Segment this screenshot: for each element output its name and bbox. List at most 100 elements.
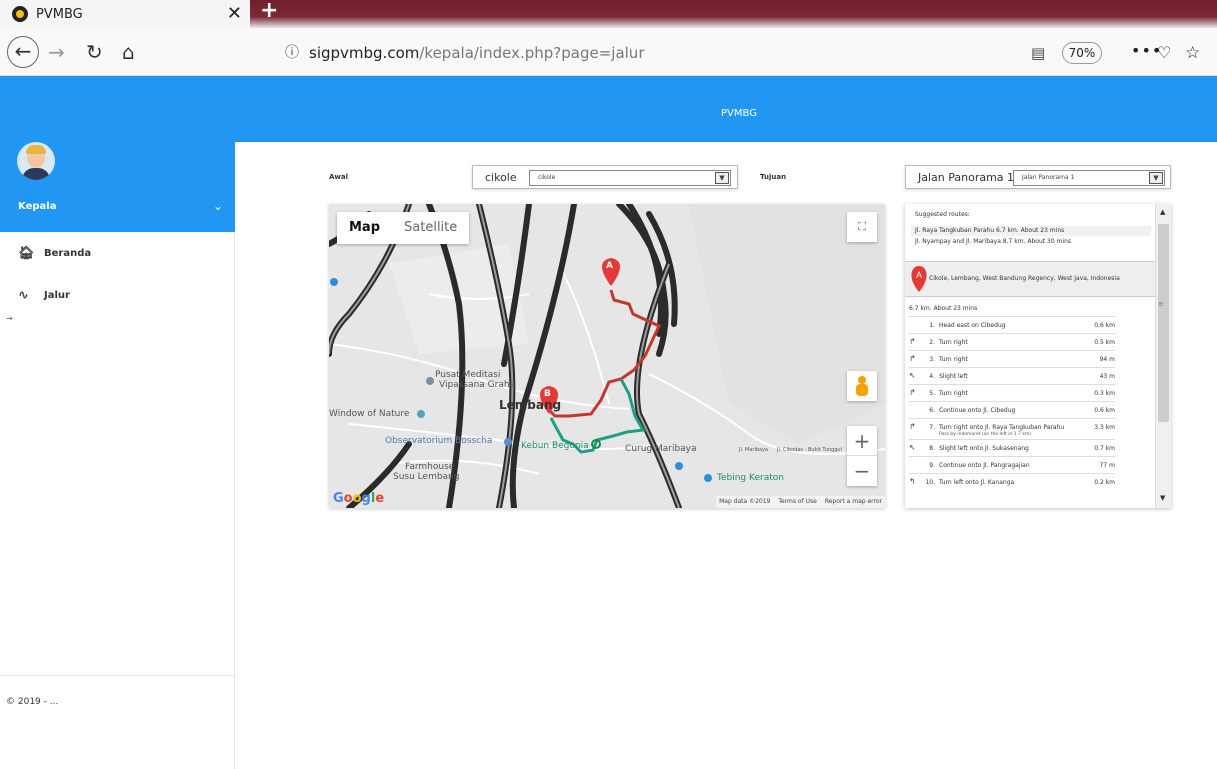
pocket-icon[interactable]: ♡ [1157, 39, 1171, 67]
street-view-pegman-icon[interactable] [847, 371, 877, 401]
url-bar[interactable]: ⓘ sigpvmbg.com/kepala/index.php?page=jal… [285, 39, 1212, 67]
user-role[interactable]: Kepala [18, 201, 56, 212]
directions-scrollbar[interactable]: ▲ ≡ ▼ [1155, 204, 1171, 508]
browser-tab[interactable]: PVMBG ✕ [0, 0, 250, 28]
slight-left-icon: ↖ [909, 443, 916, 452]
arrow-right-icon: → [6, 314, 13, 323]
turn-right-icon: ↱ [909, 337, 916, 346]
sidebar-item-label: Jalur [44, 290, 70, 301]
zoom-control: + − [847, 426, 877, 486]
scroll-up-icon[interactable]: ▲ [1160, 208, 1165, 216]
step-note: Pass by indomaret (on the left in 1.7 km… [939, 432, 1032, 437]
map-label-lembang[interactable]: Lembang [499, 398, 561, 412]
start-address: Cikole, Lembang, West Bandung Regency, W… [929, 275, 1120, 282]
directions-panel[interactable]: Suggested routes: Jl. Raya Tangkuban Par… [905, 204, 1171, 508]
reader-view-icon[interactable]: ▤ [1031, 39, 1045, 67]
sidebar-footer: © 2019 - ... [0, 675, 235, 707]
google-logo[interactable]: Google [333, 491, 384, 506]
app-title: PVMBG [721, 108, 757, 119]
new-tab-button[interactable]: + [260, 0, 278, 23]
tujuan-label: Tujuan [760, 173, 787, 181]
map-label-maribaya-road: Jl. Maribaya [739, 447, 769, 453]
awal-dropdown[interactable]: cikole ▼ [529, 170, 731, 186]
info-icon[interactable]: ⓘ [285, 39, 303, 67]
direction-step[interactable]: 9. Continue onto Jl. Pangragajian 77 m [909, 456, 1115, 473]
reload-button[interactable]: ↻ [86, 37, 103, 67]
awal-select[interactable]: cikole cikole ▼ [472, 165, 738, 189]
tujuan-dropdown[interactable]: Jalan Panorama 1 ▼ [1013, 170, 1165, 186]
zoom-out-button[interactable]: − [847, 456, 877, 486]
zoom-level-badge[interactable]: 70% [1062, 42, 1102, 64]
direction-step[interactable]: ↰ 10. Turn left onto Jl. Kananga 0.2 km [909, 473, 1115, 490]
url-text: sigpvmbg.com/kepala/index.php?page=jalur [309, 44, 645, 62]
map-label-curug[interactable]: Curug Maribaya [625, 444, 697, 454]
sidebar-item-label: Beranda [44, 248, 92, 259]
avatar [17, 142, 55, 180]
direction-step[interactable]: ↱ 7. Turn right onto Jl. Raya Tangkuban … [909, 418, 1115, 439]
suggested-route-2[interactable]: Jl. Nyampay and Jl. Maribaya 8.7 km. Abo… [911, 237, 1151, 247]
scroll-down-icon[interactable]: ▼ [1160, 494, 1165, 502]
map-type-control: Map Satellite [337, 212, 470, 244]
sidebar-user-panel: Kepala ⌄ [0, 142, 235, 232]
suggested-routes-title: Suggested routes: [915, 211, 970, 218]
turn-right-icon: ↱ [909, 354, 916, 363]
awal-label: Awal [329, 173, 349, 181]
dropdown-arrow-icon[interactable]: ▼ [1149, 172, 1163, 184]
direction-step[interactable]: ↱ 5. Turn right 0.3 km [909, 384, 1115, 401]
map-label-susu[interactable]: Susu Lembang [393, 472, 459, 482]
tab-title: PVMBG [36, 6, 83, 22]
start-marker-icon: A [911, 266, 927, 292]
turn-right-icon: ↱ [909, 422, 916, 431]
home-icon: 🏠︎ [18, 246, 35, 261]
forward-button[interactable]: → [48, 37, 65, 67]
scrollbar-thumb[interactable] [1158, 224, 1169, 422]
dropdown-arrow-icon[interactable]: ▼ [715, 172, 729, 184]
terms-of-use-link[interactable]: Terms of Use [778, 496, 816, 508]
map-type-satellite-button[interactable]: Satellite [392, 212, 469, 244]
sidebar-item-beranda[interactable]: 🏠︎ Beranda [18, 246, 91, 261]
home-button[interactable]: ⌂ [122, 37, 135, 67]
map-data-text: Map data ©2019 [719, 498, 771, 505]
map-label-cibodas-road: Jl. Cibodas - Bukit Tunggul [777, 447, 842, 453]
grip-icon: ≡ [1158, 300, 1164, 308]
sidebar-item-jalur[interactable]: ∿ Jalur [18, 288, 70, 303]
map-label-pusat[interactable]: Pusat Meditasi [435, 370, 500, 380]
map-label-window[interactable]: Window of Nature [329, 409, 409, 419]
bookmark-star-icon[interactable]: ☆ [1185, 39, 1200, 67]
map-type-map-button[interactable]: Map [337, 212, 392, 244]
slight-left-icon: ↖ [909, 371, 916, 380]
map-label-farmhouse[interactable]: Farmhouse [405, 462, 454, 472]
direction-step[interactable]: ↱ 2. Turn right 0.5 km [909, 333, 1115, 350]
fullscreen-icon[interactable]: ⛶ [847, 212, 877, 242]
map-label-vipassana[interactable]: Vipassana Graha [439, 380, 515, 390]
browser-tabbar: PVMBG ✕ + [0, 0, 1217, 28]
back-button[interactable]: ← [7, 36, 39, 68]
close-tab-icon[interactable]: ✕ [227, 3, 242, 24]
map-label-observatorium[interactable]: Observatorium Bosscha [385, 436, 492, 446]
tujuan-select[interactable]: Jalan Panorama 1 Jalan Panorama 1 ▼ [905, 165, 1171, 189]
report-map-error-link[interactable]: Report a map error [825, 496, 882, 508]
directions-content: Suggested routes: Jl. Raya Tangkuban Par… [905, 204, 1155, 508]
sidebar: Kepala ⌄ 🏠︎ Beranda ∿ Jalur → © 2019 - .… [0, 142, 235, 769]
direction-step[interactable]: 1. Head east on Cibedug 0.6 km [909, 316, 1115, 333]
zoom-in-button[interactable]: + [847, 426, 877, 456]
direction-step[interactable]: ↖ 4. Slight left 43 m [909, 367, 1115, 384]
route-summary: 6.7 km. About 23 mins [909, 305, 978, 312]
route-icon: ∿ [18, 288, 29, 303]
suggested-route-1[interactable]: Jl. Raya Tangkuban Parahu 6.7 km. About … [911, 226, 1151, 236]
map-label-kebun[interactable]: Kebun Begonia [521, 441, 589, 451]
turn-right-icon: ↱ [909, 388, 916, 397]
tujuan-value: Jalan Panorama 1 [918, 171, 1015, 184]
tab-strip: + [250, 0, 1217, 28]
map-label-tebing[interactable]: Tebing Keraton [717, 473, 784, 483]
route-map[interactable]: A B Pusat Meditasi Vipassana Graha Windo… [329, 204, 885, 508]
chevron-down-icon[interactable]: ⌄ [213, 199, 223, 213]
marker-a-label: A [606, 261, 613, 271]
map-attribution: Map data ©2019 Terms of Use Report a map… [716, 496, 885, 508]
svg-text:A: A [916, 270, 922, 280]
direction-step[interactable]: ↖ 8. Slight left onto Jl. Sukasenang 0.7… [909, 439, 1115, 456]
browser-navbar: ← → ↻ ⌂ ⓘ sigpvmbg.com/kepala/index.php?… [0, 28, 1217, 76]
direction-step[interactable]: ↱ 3. Turn right 94 m [909, 350, 1115, 367]
app-header: PVMBG [0, 76, 1217, 142]
direction-step[interactable]: 6. Continue onto Jl. Cibedug 0.6 km [909, 401, 1115, 418]
